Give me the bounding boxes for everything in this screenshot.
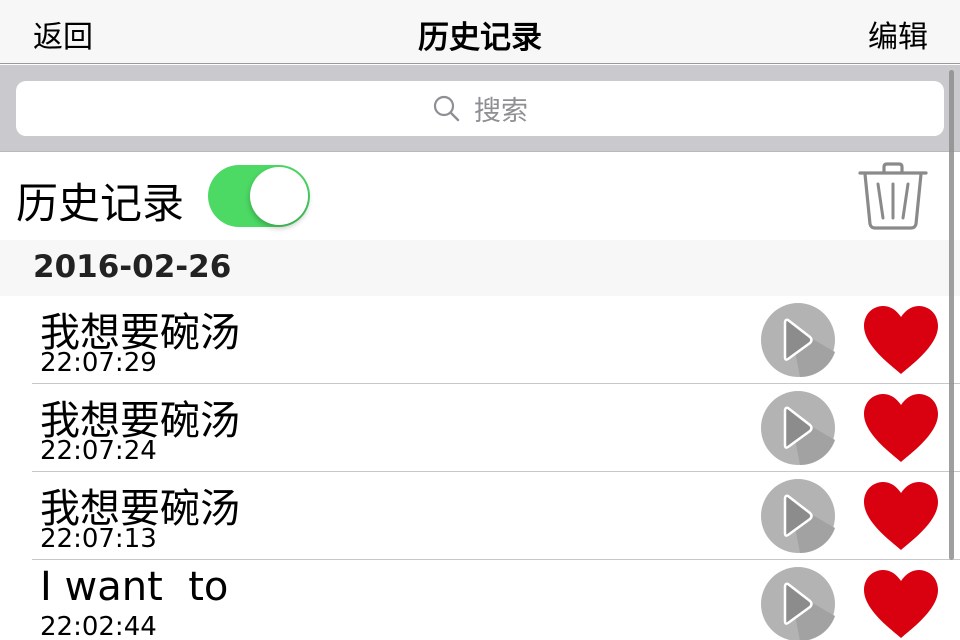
list-item[interactable]: 我想要碗汤 22:07:24: [32, 384, 960, 472]
search-placeholder: 搜索: [474, 96, 528, 127]
heart-icon[interactable]: [862, 568, 940, 640]
heart-icon[interactable]: [862, 480, 940, 552]
heart-icon[interactable]: [862, 304, 940, 376]
history-toggle-row: 历史记录: [0, 152, 960, 240]
page-title: 历史记录: [418, 20, 542, 56]
section-date: 2016-02-26: [33, 249, 232, 285]
trash-icon[interactable]: [856, 160, 930, 232]
item-time: 22:07:24: [40, 436, 157, 466]
list-item[interactable]: 我想要碗汤 22:07:29: [32, 296, 960, 384]
history-list: 我想要碗汤 22:07:29 我想要碗汤 22:07:24 我想要碗汤 22:0…: [0, 296, 960, 640]
toggle-knob: [250, 167, 308, 225]
history-toggle-switch[interactable]: [208, 165, 310, 227]
play-icon[interactable]: [760, 478, 836, 554]
list-item[interactable]: 我想要碗汤 22:07:13: [32, 472, 960, 560]
item-text: I want to: [40, 564, 229, 610]
section-header: 2016-02-26: [0, 240, 960, 296]
history-toggle-label: 历史记录: [16, 179, 185, 228]
play-icon[interactable]: [760, 302, 836, 378]
item-time: 22:02:44: [40, 612, 157, 640]
heart-icon[interactable]: [862, 392, 940, 464]
play-icon[interactable]: [760, 566, 836, 640]
search-icon: [433, 95, 460, 121]
search-input[interactable]: 搜索: [16, 81, 944, 136]
item-time: 22:07:13: [40, 524, 157, 554]
item-time: 22:07:29: [40, 348, 157, 378]
navigation-bar: 返回 历史记录 编辑: [0, 0, 960, 64]
scrollbar[interactable]: [949, 70, 954, 560]
edit-button[interactable]: 编辑: [868, 12, 928, 56]
search-bar: 搜索: [0, 65, 960, 152]
list-item[interactable]: I want to 22:02:44: [32, 560, 960, 640]
play-icon[interactable]: [760, 390, 836, 466]
